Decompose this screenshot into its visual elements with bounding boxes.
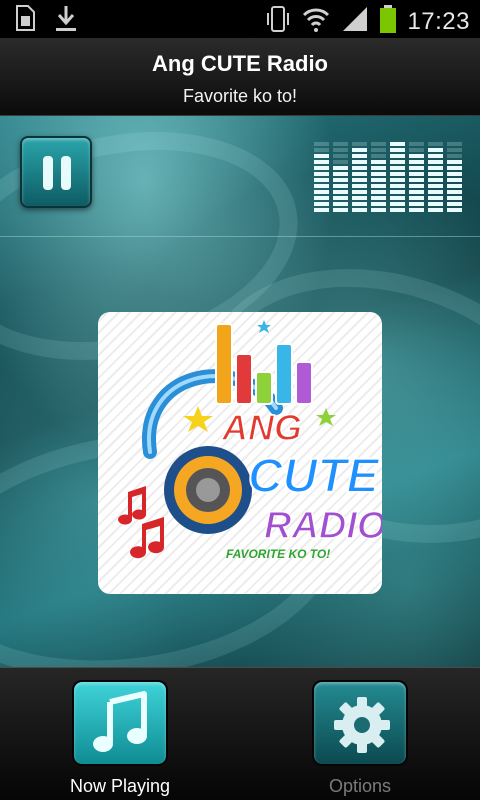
title-bar: Ang CUTE Radio Favorite ko to! [0, 38, 480, 116]
wifi-icon [301, 5, 331, 38]
status-bar: 17:23 [0, 0, 480, 38]
tab-label: Options [328, 776, 392, 796]
page-subtitle: Favorite ko to! [182, 86, 298, 106]
equalizer-icon [314, 142, 466, 214]
clock: 17:23 [407, 7, 470, 35]
signal-icon [341, 5, 369, 38]
music-note-icon [74, 691, 170, 772]
pause-button[interactable] [20, 136, 92, 208]
player-controls [0, 116, 480, 237]
sim-card-icon [14, 4, 36, 39]
bottom-nav: Now Playing Options [0, 667, 480, 800]
player-area: ANG CUTE RADIO FAVORITE KO TO! [0, 116, 480, 667]
tab-label: Now Playing [69, 776, 171, 796]
logo-tagline: FAVORITE KO TO! [226, 547, 330, 561]
now-playing-button[interactable] [72, 680, 168, 766]
logo-text-radio: RADIO [264, 505, 382, 547]
gear-icon [314, 697, 410, 772]
page-title: Ang CUTE Radio [152, 51, 328, 76]
battery-icon [379, 4, 397, 39]
station-logo: ANG CUTE RADIO FAVORITE KO TO! [98, 312, 382, 594]
logo-text-ang: ANG [221, 407, 302, 448]
vibrate-icon [265, 4, 291, 39]
options-button[interactable] [312, 680, 408, 766]
download-icon [54, 4, 78, 39]
tab-options[interactable]: Options [285, 676, 435, 796]
tab-now-playing[interactable]: Now Playing [45, 676, 195, 796]
logo-text-cute: CUTE [248, 450, 381, 503]
